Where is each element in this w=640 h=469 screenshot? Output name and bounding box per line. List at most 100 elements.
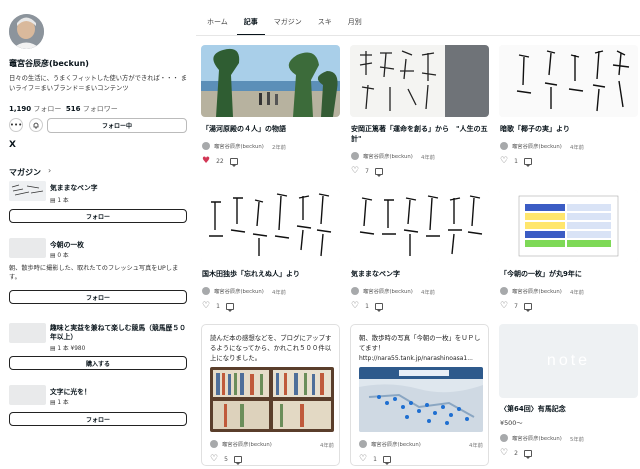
magazine-description: 朝、散歩時に撮影した、取れたてのフレッシュ写真をUPします。 <box>9 265 179 281</box>
article-title[interactable]: 〈第64回〉有馬記念 <box>500 404 638 414</box>
text-article-card[interactable]: 朝、散歩時の写真「今朝の一枚」をＵＰしてます！ http://nara55.ta… <box>350 324 489 466</box>
magazine-count: ▤ 0 本 <box>50 253 69 259</box>
article-card[interactable]: 気ままなペン字 竈宮谷辰彦(beckun) 4年前 ♡ 1 <box>350 190 489 315</box>
article-thumbnail[interactable] <box>350 190 489 262</box>
heart-icon[interactable]: ♡ <box>500 448 508 458</box>
tab-home[interactable]: ホーム <box>200 10 235 36</box>
article-date: 4年前 <box>320 443 334 449</box>
magazine-title[interactable]: 今朝の一枚 <box>50 239 84 249</box>
magazine-thumbnail[interactable] <box>9 238 46 258</box>
article-title[interactable]: 「湯河原殿の４人」の物語 <box>202 124 340 134</box>
magazine-price: ¥980 <box>70 346 86 352</box>
article-author[interactable]: 竈宮谷辰彦(beckun) <box>359 439 449 448</box>
heart-icon[interactable]: ♡ <box>351 166 359 176</box>
article-title[interactable]: 国木田独歩「忘れえぬ人」より <box>202 269 340 279</box>
article-title[interactable]: 「今朝の一枚」が丸9年に <box>500 269 638 279</box>
article-date: 4年前 <box>421 290 435 296</box>
text-article-card[interactable]: 読んだ本の感想などを、ブログにアップするようになってから、かれこれ５００件以上に… <box>201 324 340 466</box>
more-icon[interactable]: ••• <box>9 118 23 132</box>
tab-articles[interactable]: 記事 <box>236 10 265 36</box>
like-count: 7 <box>514 302 518 310</box>
magazine-count: ▤ 1 本 <box>50 198 69 204</box>
magazine-title[interactable]: 文字に光を！ <box>50 386 91 396</box>
tab-likes[interactable]: スキ <box>311 10 339 36</box>
article-actions: ♡ 7 <box>351 166 383 177</box>
magazine-count: ▤ 1 本 <box>50 400 69 406</box>
magazine-thumbnail[interactable] <box>9 385 46 405</box>
bell-plus-icon[interactable] <box>29 118 43 132</box>
article-thumbnail[interactable] <box>499 190 638 262</box>
chevron-right-icon[interactable]: › <box>48 166 51 175</box>
heart-icon[interactable]: ♡ <box>210 454 218 464</box>
comment-icon[interactable] <box>523 449 532 459</box>
article-actions: ♡ 5 <box>210 454 242 465</box>
magazine-thumbnail[interactable] <box>9 323 46 343</box>
profile-bio: 日々の生活に、うまくフィットした使い方ができれば・・・ まいライフ＝まいブランド… <box>9 75 187 92</box>
following-count[interactable]: 1,190 <box>9 105 31 113</box>
heart-icon[interactable]: ♡ <box>500 156 508 166</box>
magazine-heading[interactable]: マガジン <box>9 167 41 178</box>
comment-icon[interactable] <box>523 157 532 167</box>
x-icon[interactable]: X <box>9 140 16 150</box>
comment-icon[interactable] <box>382 455 391 465</box>
article-image[interactable] <box>359 367 483 432</box>
article-excerpt[interactable]: 朝、散歩時の写真「今朝の一枚」をＵＰしてます！ <box>359 333 483 353</box>
article-card[interactable]: 「湯河原殿の４人」の物語 竈宮谷辰彦(beckun) 2年前 ♥ 22 <box>201 45 340 170</box>
article-thumbnail[interactable] <box>499 45 638 117</box>
article-date: 4年前 <box>421 155 435 161</box>
like-count: 1 <box>365 302 369 310</box>
article-card[interactable]: note 〈第64回〉有馬記念 ¥500〜 竈宮谷辰彦(beckun) 5年前 … <box>499 324 638 464</box>
article-thumbnail[interactable] <box>201 45 340 117</box>
magazine-item: 今朝の一枚 ▤ 0 本 朝、散歩時に撮影した、取れたてのフレッシュ写真をUPしま… <box>9 238 189 308</box>
heart-icon[interactable]: ♡ <box>359 454 367 464</box>
heart-icon[interactable]: ♡ <box>202 301 210 311</box>
magazine-buy-button[interactable]: 購入する <box>9 356 187 370</box>
article-actions: ♡ 1 <box>202 301 234 312</box>
comment-icon[interactable] <box>225 302 234 312</box>
magazine-follow-button[interactable]: フォロー <box>9 412 187 426</box>
article-thumbnail[interactable] <box>350 45 489 117</box>
article-actions: ♥ 22 <box>202 156 238 167</box>
magazine-title[interactable]: 気ままなペン字 <box>50 182 98 192</box>
tab-divider <box>196 35 640 36</box>
note-logo-thumbnail[interactable]: note <box>499 324 638 398</box>
like-count: 2 <box>514 449 518 457</box>
article-link[interactable]: http://nara55.tank.jp/narashinoasa1... <box>359 354 483 364</box>
article-date: 5年前 <box>570 437 584 443</box>
profile-name: 竈宮谷辰彦(beckun) <box>9 59 89 68</box>
article-date: 2年前 <box>272 145 286 151</box>
magazine-title[interactable]: 趣味と実益を兼ねて楽しむ競馬（競馬歴５０年以上） <box>50 324 189 342</box>
article-author[interactable]: 竈宮谷辰彦(beckun) <box>210 439 300 448</box>
article-title[interactable]: 安岡正篤著「運命を創る」から "人生の五計" <box>351 124 489 144</box>
article-card[interactable]: 暗歌「椰子の実」より 竈宮谷辰彦(beckun) 4年前 ♡ 1 <box>499 45 638 170</box>
following-label[interactable]: フォロー <box>33 105 61 113</box>
like-count: 1 <box>373 455 377 463</box>
comment-icon[interactable] <box>233 455 242 465</box>
tab-magazine[interactable]: マガジン <box>267 10 309 36</box>
article-card[interactable]: 「今朝の一枚」が丸9年に 竈宮谷辰彦(beckun) 4年前 ♡ 7 <box>499 190 638 315</box>
avatar[interactable] <box>9 14 44 49</box>
tab-monthly[interactable]: 月別 <box>341 10 369 36</box>
article-excerpt[interactable]: 読んだ本の感想などを、ブログにアップするようになってから、かれこれ５００件以上に… <box>210 333 334 363</box>
magazine-thumbnail[interactable] <box>9 181 46 201</box>
article-image[interactable] <box>210 367 334 432</box>
heart-icon[interactable]: ♡ <box>351 301 359 311</box>
article-card[interactable]: 安岡正篤著「運命を創る」から "人生の五計" 竈宮谷辰彦(beckun) 4年前… <box>350 45 489 185</box>
comment-icon[interactable] <box>374 167 383 177</box>
comment-icon[interactable] <box>229 157 238 167</box>
article-title[interactable]: 暗歌「椰子の実」より <box>500 124 638 134</box>
magazine-follow-button[interactable]: フォロー <box>9 209 187 223</box>
comment-icon[interactable] <box>523 302 532 312</box>
following-button[interactable]: フォロー中 <box>47 118 187 133</box>
followers-count[interactable]: 516 <box>66 105 81 113</box>
comment-icon[interactable] <box>374 302 383 312</box>
heart-icon[interactable]: ♥ <box>202 156 210 166</box>
magazine-follow-button[interactable]: フォロー <box>9 290 187 304</box>
heart-icon[interactable]: ♡ <box>500 301 508 311</box>
article-thumbnail[interactable] <box>201 190 340 262</box>
article-title[interactable]: 気ままなペン字 <box>351 269 489 279</box>
article-card[interactable]: 国木田独歩「忘れえぬ人」より 竈宮谷辰彦(beckun) 4年前 ♡ 1 <box>201 190 340 315</box>
like-count: 22 <box>216 157 224 165</box>
magazine-item: 気ままなペン字 ▤ 1 本 フォロー <box>9 181 189 226</box>
followers-label[interactable]: フォロワー <box>83 105 118 113</box>
